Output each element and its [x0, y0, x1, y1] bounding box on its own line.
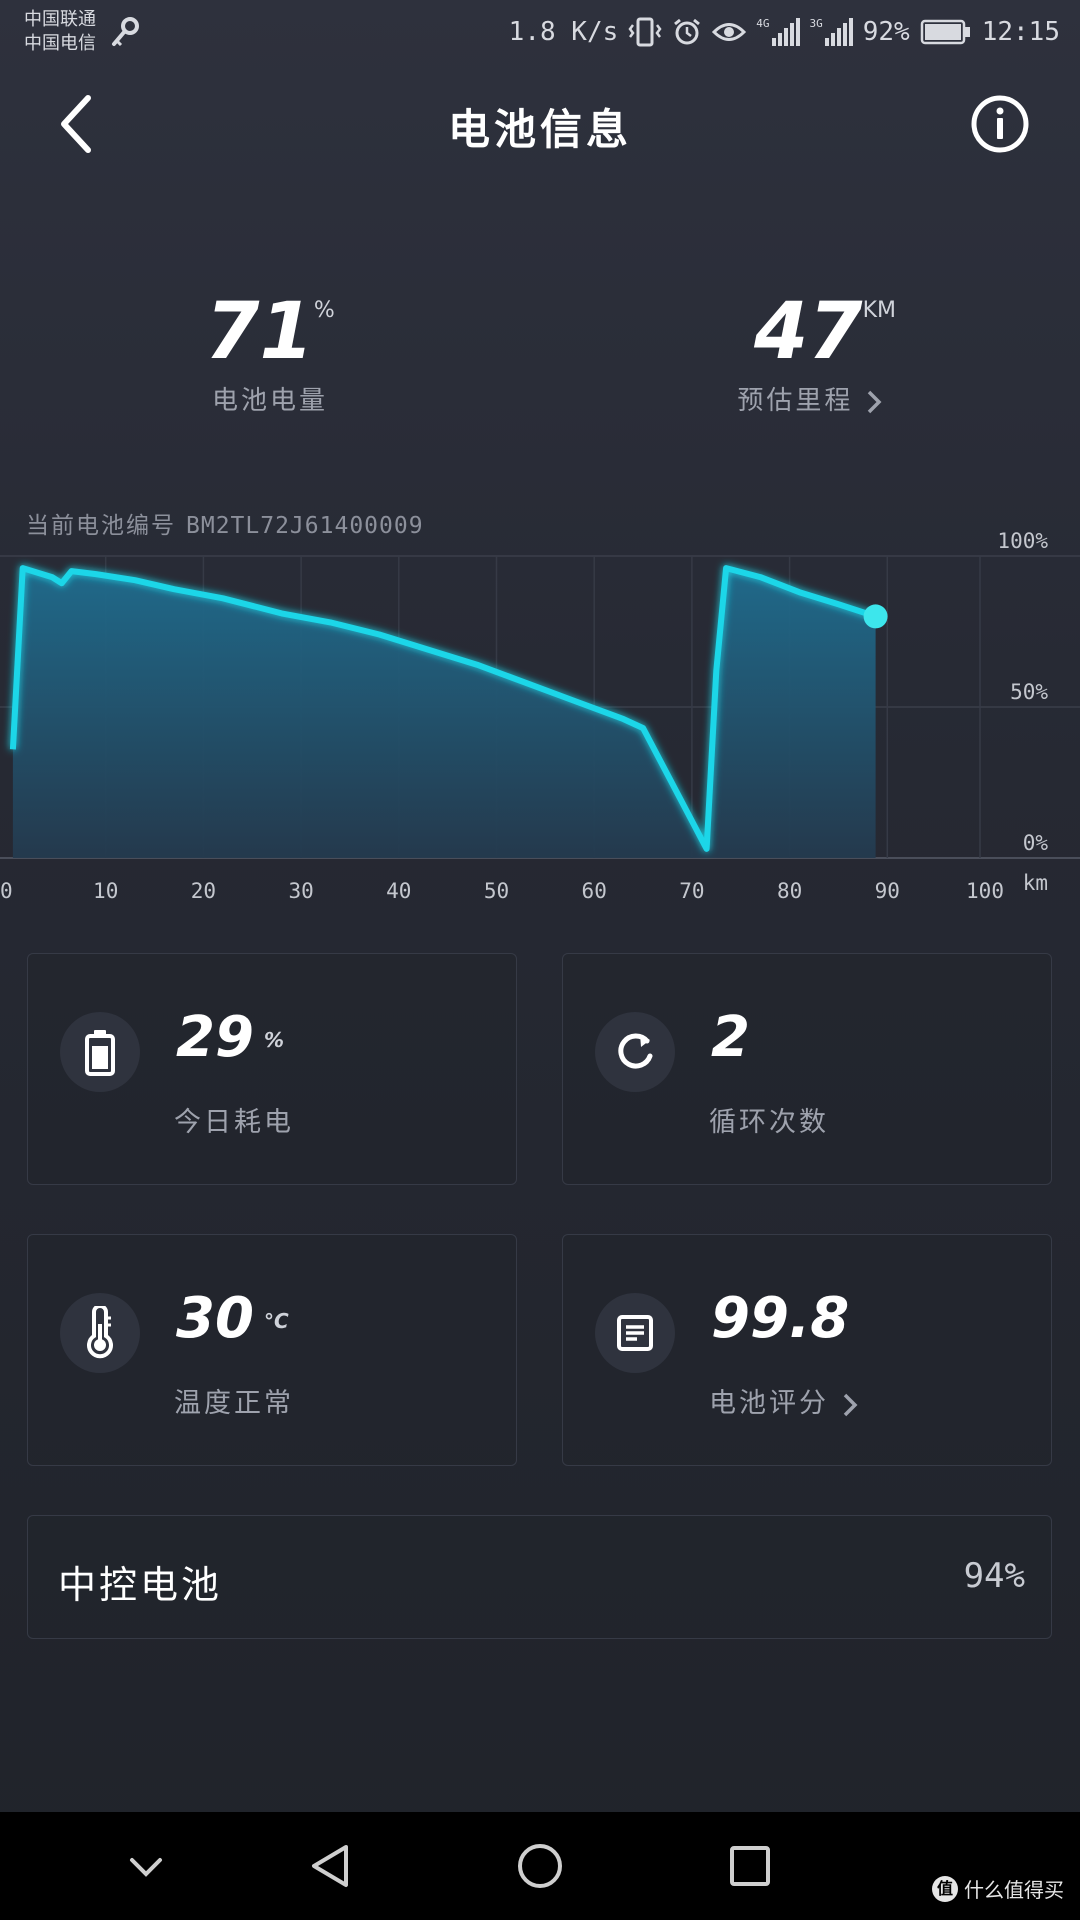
temperature-value-row: 30 °C — [176, 1289, 289, 1349]
cycle-count-card: 2 循环次数 — [562, 953, 1052, 1185]
status-bar: 中国联通 中国电信 1.8 K/s 4G 3G 92% 12:15 — [0, 0, 1080, 64]
battery-level-stat: 71% 电池电量 — [170, 292, 370, 417]
page-title: 电池信息 — [447, 105, 632, 154]
clock: 12:15 — [981, 17, 1060, 47]
battery-score-label-row: 电池评分 — [709, 1381, 859, 1420]
x-unit-label: km — [1023, 871, 1048, 895]
x-tick-label: 50 — [484, 879, 509, 900]
header: 电池信息 — [0, 72, 1080, 176]
x-tick-label: 70 — [679, 879, 704, 900]
y-tick-label: 0% — [1023, 831, 1049, 855]
central-battery-row: 中控电池 94% — [27, 1515, 1052, 1639]
y-tick-label: 50% — [1010, 680, 1048, 704]
y-tick-label: 100% — [997, 529, 1048, 553]
battery-discharge-chart: 0 10 20 30 40 50 60 70 80 90 100 km 100% 50% 0% — [0, 529, 1080, 900]
daily-consumption-unit: % — [263, 1028, 284, 1052]
refresh-icon — [595, 1012, 675, 1092]
watermark-text: 什么值得买 — [964, 1878, 1064, 1902]
battery-score-value: 99.8 — [711, 1286, 850, 1351]
signal-3g-icon: 3G — [810, 18, 853, 46]
temperature-value: 30 — [176, 1286, 254, 1351]
daily-consumption-card: 29% 今日耗电 — [27, 953, 517, 1185]
carrier-2: 中国电信 — [24, 33, 96, 54]
battery-level-value: 71 — [205, 287, 314, 377]
battery-score-value-row: 99.8 — [711, 1289, 849, 1349]
range-label-row: 预估里程 — [700, 380, 920, 417]
recents-square-icon[interactable] — [726, 1842, 774, 1890]
x-tick-label: 20 — [191, 879, 216, 900]
info-icon — [971, 95, 1029, 153]
x-tick-label: 10 — [93, 879, 118, 900]
battery-percent: 92% — [862, 17, 910, 47]
temperature-unit: °C — [263, 1309, 289, 1333]
collapse-chevron-icon[interactable] — [126, 1842, 166, 1890]
battery-info-screen: 中国联通 中国电信 1.8 K/s 4G 3G 92% 12:15 电池信息 7… — [0, 0, 1080, 1920]
home-circle-icon[interactable] — [516, 1842, 564, 1890]
carrier-1: 中国联通 — [24, 9, 96, 30]
current-point-marker — [863, 604, 888, 629]
battery-score-label: 电池评分 — [709, 1388, 829, 1419]
x-tick-label: 30 — [288, 879, 313, 900]
watermark: 值 什么值得买 — [932, 1874, 1064, 1903]
back-triangle-icon[interactable] — [306, 1842, 354, 1890]
x-tick-label: 40 — [386, 879, 411, 900]
x-tick-label: 60 — [582, 879, 607, 900]
thermometer-icon — [60, 1293, 140, 1373]
carrier-info: 中国联通 中国电信 — [24, 8, 96, 56]
chevron-right-icon — [843, 1393, 858, 1416]
battery-score-card[interactable]: 99.8 电池评分 — [562, 1234, 1052, 1466]
temperature-card: 30 °C 温度正常 — [27, 1234, 517, 1466]
x-tick-label: 100 — [966, 879, 1004, 900]
chart-area — [12, 568, 876, 858]
central-battery-value: 94% — [963, 1556, 1025, 1596]
status-icons: 1.8 K/s 4G 3G 92% 12:15 — [509, 14, 1060, 50]
daily-consumption-value-row: 29% — [176, 1008, 284, 1068]
daily-consumption-label: 今日耗电 — [174, 1107, 294, 1138]
range-value: 47 — [754, 287, 863, 377]
battery-icon — [60, 1012, 140, 1092]
x-tick-label: 90 — [875, 879, 900, 900]
central-battery-label: 中控电池 — [58, 1563, 223, 1607]
battery-level-label: 电池电量 — [211, 386, 328, 416]
daily-consumption-value: 29 — [176, 1005, 254, 1070]
battery-level-unit: % — [313, 298, 335, 323]
report-icon — [595, 1293, 675, 1373]
system-navigation-bar: 值 什么值得买 — [0, 1812, 1080, 1920]
x-tick-label: 80 — [777, 879, 802, 900]
vibrate-icon — [628, 17, 662, 47]
estimated-range-stat[interactable]: 47KM 预估里程 — [730, 292, 920, 417]
alarm-icon — [674, 18, 701, 45]
chevron-right-icon — [867, 390, 882, 413]
eye-icon — [712, 23, 747, 41]
battery-status-icon — [920, 19, 970, 45]
range-unit: KM — [862, 298, 896, 323]
range-label: 预估里程 — [737, 386, 854, 416]
watermark-logo: 值 — [932, 1875, 958, 1902]
info-button[interactable] — [970, 94, 1030, 154]
network-speed: 1.8 K/s — [508, 17, 619, 47]
cycle-count-value-row: 2 — [711, 1008, 750, 1068]
x-tick-label: 0 — [0, 879, 13, 900]
cycle-count-value: 2 — [711, 1005, 750, 1070]
signal-4g-icon: 4G — [756, 18, 800, 46]
temperature-label: 温度正常 — [174, 1388, 294, 1419]
key-icon — [112, 17, 139, 47]
cycle-count-label: 循环次数 — [709, 1107, 829, 1138]
